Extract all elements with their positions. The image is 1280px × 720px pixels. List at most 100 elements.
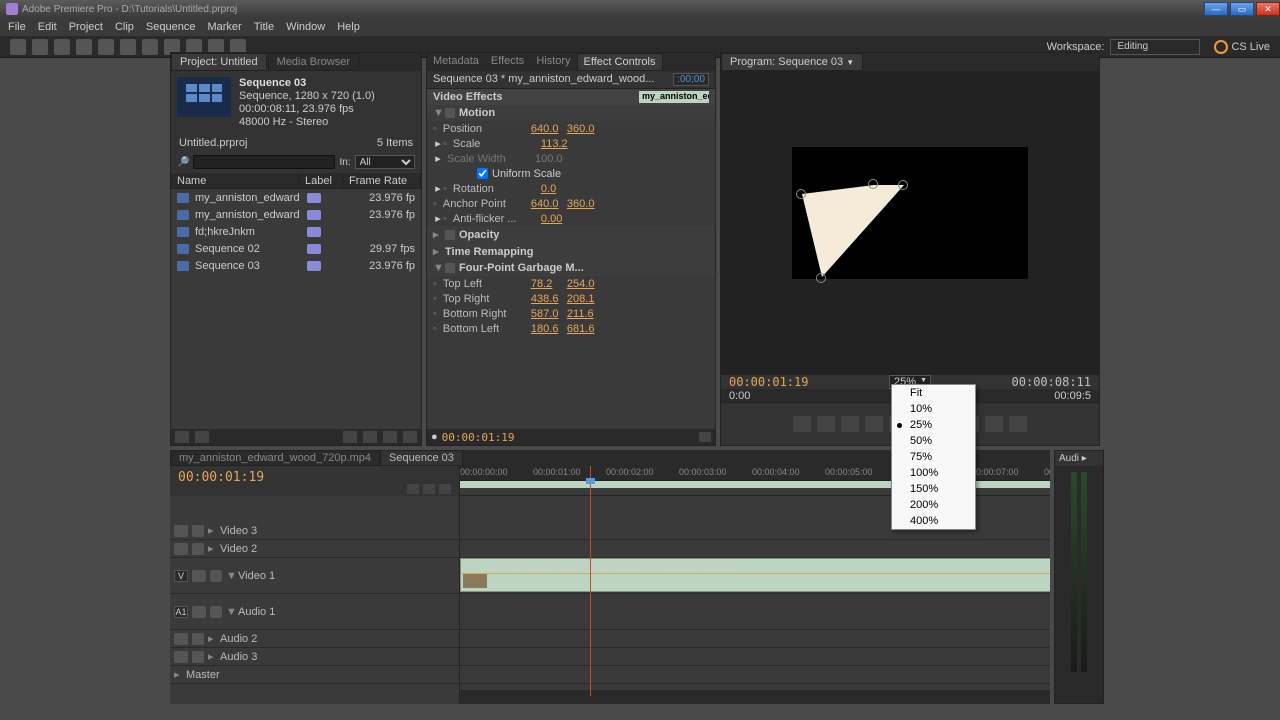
menu-title[interactable]: Title (254, 21, 274, 33)
position-y[interactable]: 360.0 (567, 123, 603, 135)
snap-icon[interactable] (407, 484, 419, 494)
scale-value[interactable]: 113.2 (541, 138, 577, 150)
track-video3[interactable]: Video 3 (220, 525, 257, 537)
rolling-edit-tool-icon[interactable] (76, 39, 92, 55)
a-target[interactable]: A1 (174, 606, 188, 618)
workspace-dropdown[interactable]: Editing (1110, 39, 1200, 55)
track-select-tool-icon[interactable] (32, 39, 48, 55)
project-row[interactable]: Sequence 0229.97 fps (171, 240, 421, 257)
tab-program[interactable]: Program: Sequence 03 ▼ (721, 53, 863, 71)
project-row[interactable]: fd;hkreJnkm (171, 223, 421, 240)
slip-tool-icon[interactable] (142, 39, 158, 55)
track-area-video1[interactable]: my_anniston_edward_wood_720p.mp4 Opacity… (460, 558, 1050, 594)
search-input[interactable] (193, 155, 335, 169)
track-area-audio2[interactable] (460, 630, 1050, 648)
tab-project[interactable]: Project: Untitled (171, 53, 267, 71)
go-to-in-button[interactable] (841, 416, 859, 432)
playhead[interactable] (590, 466, 591, 696)
project-row[interactable]: my_anniston_edward23.976 fp (171, 189, 421, 206)
menu-marker[interactable]: Marker (207, 21, 241, 33)
tab-media-browser[interactable]: Media Browser (268, 53, 359, 71)
row-label[interactable] (307, 193, 351, 203)
tab-effect-controls[interactable]: Effect Controls (577, 53, 663, 71)
matte-handle-bottomleft[interactable] (816, 273, 826, 283)
tab-metadata[interactable]: Metadata (427, 53, 485, 71)
effect-motion[interactable]: Motion (459, 107, 495, 119)
menu-sequence[interactable]: Sequence (146, 21, 196, 33)
zoom-option[interactable]: 10% (892, 401, 975, 417)
anchor-x[interactable]: 640.0 (531, 198, 567, 210)
track-video2[interactable]: Video 2 (220, 543, 257, 555)
effect-time-remapping[interactable]: Time Remapping (445, 246, 533, 258)
razor-tool-icon[interactable] (120, 39, 136, 55)
matte-handle-topcenter[interactable] (868, 179, 878, 189)
row-label[interactable] (307, 244, 351, 254)
anchor-y[interactable]: 360.0 (567, 198, 603, 210)
timeline-tc[interactable]: 00:00:01:19 (178, 470, 264, 485)
menu-project[interactable]: Project (69, 21, 103, 33)
zoom-option[interactable]: 25% (892, 417, 975, 433)
ripple-edit-tool-icon[interactable] (54, 39, 70, 55)
tab-sequence-clip[interactable]: my_anniston_edward_wood_720p.mp4 (170, 450, 380, 466)
row-label[interactable] (307, 227, 351, 237)
fx-timecode-box[interactable]: :00;00 (673, 73, 709, 86)
track-area-audio1[interactable] (460, 594, 1050, 630)
matte-handle-topright[interactable] (898, 180, 908, 190)
project-row[interactable]: my_anniston_edward23.976 fp (171, 206, 421, 223)
minimize-button[interactable]: — (1204, 2, 1228, 16)
rate-stretch-tool-icon[interactable] (98, 39, 114, 55)
col-label[interactable]: Label (299, 173, 343, 188)
fx-enable-icon[interactable] (445, 108, 455, 118)
new-bin-icon[interactable] (363, 431, 377, 443)
eye-icon[interactable] (174, 525, 188, 537)
track-area-master[interactable] (460, 666, 1050, 684)
zoom-option[interactable]: 200% (892, 497, 975, 513)
opacity-rubber-band[interactable] (461, 573, 1050, 574)
row-label[interactable] (307, 210, 351, 220)
track-audio1[interactable]: Audio 1 (238, 606, 275, 618)
menu-edit[interactable]: Edit (38, 21, 57, 33)
tab-effects[interactable]: Effects (485, 53, 530, 71)
zoom-option[interactable]: 50% (892, 433, 975, 449)
search-in-dropdown[interactable]: All (355, 155, 415, 169)
lock-icon[interactable] (192, 525, 204, 537)
matte-handle-topleft[interactable] (796, 189, 806, 199)
menu-file[interactable]: File (8, 21, 26, 33)
export-frame-button[interactable] (1009, 416, 1027, 432)
col-name[interactable]: Name (171, 173, 299, 188)
antiflicker-value[interactable]: 0.00 (541, 213, 577, 225)
effect-garbage-matte[interactable]: Four-Point Garbage M... (459, 262, 584, 274)
topleft-y[interactable]: 254.0 (567, 278, 603, 290)
close-button[interactable]: ✕ (1256, 2, 1280, 16)
trash-icon[interactable] (403, 431, 417, 443)
tab-sequence-03[interactable]: Sequence 03 (380, 450, 463, 466)
uniform-scale-checkbox[interactable] (477, 168, 488, 179)
mark-in-button[interactable] (793, 416, 811, 432)
icon-view-icon[interactable] (195, 431, 209, 443)
cs-live-button[interactable]: CS Live (1214, 40, 1270, 54)
position-x[interactable]: 640.0 (531, 123, 567, 135)
step-back-button[interactable] (865, 416, 883, 432)
bottomright-y[interactable]: 211.6 (567, 308, 603, 320)
zoom-option[interactable]: 150% (892, 481, 975, 497)
safe-margins-button[interactable] (985, 416, 1003, 432)
maximize-button[interactable]: ▭ (1230, 2, 1254, 16)
track-master[interactable]: Master (186, 669, 220, 681)
track-area-video2[interactable] (460, 540, 1050, 558)
col-framerate[interactable]: Frame Rate (343, 173, 421, 188)
find-icon[interactable] (343, 431, 357, 443)
chevron-down-icon[interactable]: ▼ (846, 58, 854, 67)
selection-tool-icon[interactable] (10, 39, 26, 55)
track-video1[interactable]: Video 1 (238, 570, 275, 582)
row-label[interactable] (307, 261, 351, 271)
menu-window[interactable]: Window (286, 21, 325, 33)
zoom-option[interactable]: 75% (892, 449, 975, 465)
program-current-tc[interactable]: 00:00:01:19 (729, 375, 808, 389)
track-audio2[interactable]: Audio 2 (220, 633, 257, 645)
track-audio3[interactable]: Audio 3 (220, 651, 257, 663)
zoom-slider-icon[interactable] (699, 432, 711, 442)
twirl-icon[interactable]: ▼ (433, 107, 441, 119)
timeline-scrollbar[interactable] (460, 690, 1050, 704)
topleft-x[interactable]: 78.2 (531, 278, 567, 290)
menu-clip[interactable]: Clip (115, 21, 134, 33)
